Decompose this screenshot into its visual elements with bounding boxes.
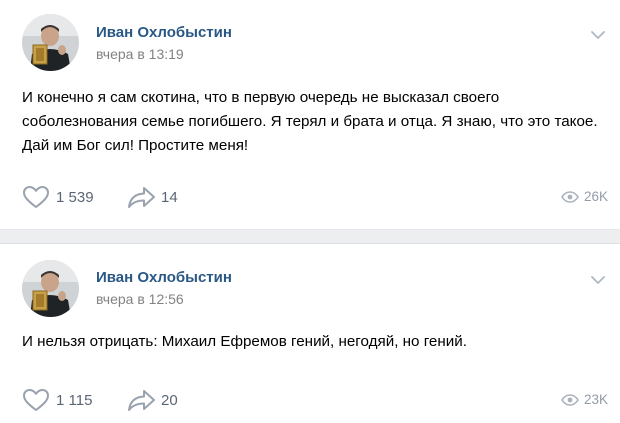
post-card: Иван Охлобыстин вчера в 13:19 И конечно … [0, 0, 620, 229]
like-count: 1 539 [56, 188, 94, 206]
avatar-photo [22, 260, 79, 317]
share-count: 14 [161, 188, 178, 206]
post-text: И конечно я сам скотина, что в первую оч… [22, 89, 598, 154]
share-button[interactable]: 20 [127, 388, 178, 412]
share-count: 20 [161, 391, 178, 409]
heart-icon [23, 389, 49, 411]
share-arrow-icon [128, 390, 155, 411]
chevron-down-icon[interactable] [590, 275, 606, 285]
post-timestamp[interactable]: вчера в 13:19 [96, 46, 184, 62]
views-count: 26K [584, 189, 609, 204]
post-card: Иван Охлобыстин вчера в 12:56 И нельзя о… [0, 244, 620, 423]
heart-icon [23, 186, 49, 208]
views-count: 23K [584, 392, 609, 407]
like-button[interactable]: 1 115 [22, 388, 92, 412]
views-counter: 26K [561, 189, 608, 204]
share-arrow-icon [128, 187, 155, 208]
avatar[interactable] [22, 14, 79, 71]
author-name[interactable]: Иван Охлобыстин [96, 24, 232, 41]
divider [0, 229, 620, 230]
avatar[interactable] [22, 260, 79, 317]
chevron-down-icon[interactable] [590, 30, 606, 40]
like-count: 1 115 [56, 391, 93, 409]
post-timestamp[interactable]: вчера в 12:56 [96, 291, 184, 307]
share-button[interactable]: 14 [127, 185, 178, 209]
avatar-photo [22, 14, 79, 71]
like-button[interactable]: 1 539 [22, 185, 94, 209]
views-counter: 23K [561, 392, 608, 407]
post-text: И нельзя отрицать: Михаил Ефремов гений,… [22, 333, 467, 350]
eye-icon [561, 393, 579, 406]
eye-icon [561, 190, 579, 203]
author-name[interactable]: Иван Охлобыстин [96, 269, 232, 286]
